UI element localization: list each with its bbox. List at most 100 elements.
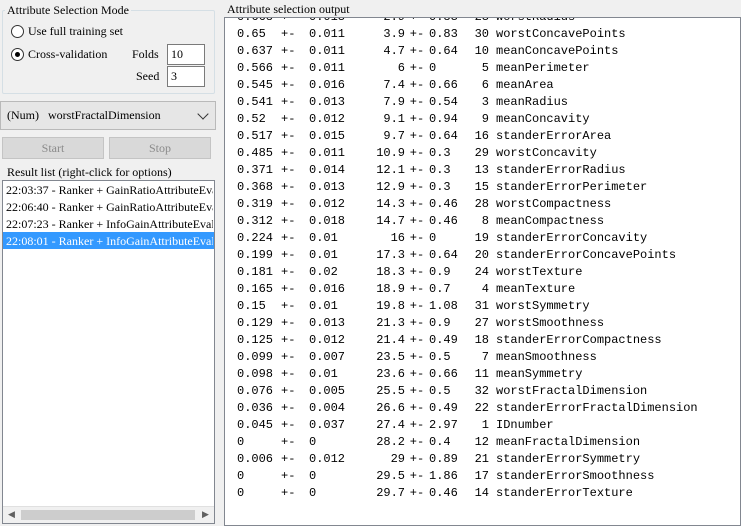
attribute-name: worstConcavePoints bbox=[496, 27, 626, 41]
output-row: 0.668 +- 0.013 2.9 +- 0.83 23 worstRadius bbox=[237, 17, 698, 26]
output-row: 0 +- 0 28.2 +- 0.4 12 meanFractalDimension bbox=[237, 434, 698, 451]
stop-button[interactable]: Stop bbox=[109, 137, 211, 159]
plus-minus: +- bbox=[281, 401, 296, 415]
output-row: 0.099 +- 0.007 23.5 +- 0.5 7 meanSmoothness bbox=[237, 349, 698, 366]
result-list[interactable]: 22:03:37 - Ranker + GainRatioAttributeEv… bbox=[2, 180, 215, 524]
attribute-index: 21 bbox=[474, 452, 489, 466]
attribute-index: 30 bbox=[474, 27, 489, 41]
output-row: 0.076 +- 0.005 25.5 +- 0.5 32 worstFractalDimen… bbox=[237, 383, 698, 400]
scroll-left-arrow-icon[interactable]: ◀ bbox=[3, 507, 20, 523]
output-row: 0.15 +- 0.01 19.8 +- 1.08 31 worstSymmetry bbox=[237, 298, 698, 315]
plus-minus: +- bbox=[409, 265, 425, 279]
merit-sd: 0.013 bbox=[309, 180, 346, 194]
output-row: 0.036 +- 0.004 26.6 +- 0.49 22 standerErrorFrac… bbox=[237, 400, 698, 417]
plus-minus: +- bbox=[281, 435, 296, 449]
average-rank: 12.1 bbox=[376, 163, 405, 177]
plus-minus: +- bbox=[409, 418, 425, 432]
merit-sd: 0.011 bbox=[309, 61, 346, 75]
average-merit: 0.036 bbox=[237, 401, 274, 415]
start-button[interactable]: Start bbox=[2, 137, 104, 159]
plus-minus: +- bbox=[281, 418, 296, 432]
output-row: 0.541 +- 0.013 7.9 +- 0.54 3 meanRadius bbox=[237, 94, 698, 111]
average-rank: 7.9 bbox=[383, 95, 405, 109]
average-rank: 29 bbox=[390, 452, 405, 466]
use-full-training-set-radio[interactable]: Use full training set bbox=[11, 23, 123, 39]
result-list-item-selected[interactable]: 22:08:01 - Ranker + InfoGainAttributeEva… bbox=[3, 232, 214, 249]
rank-sd: 0.89 bbox=[429, 452, 458, 466]
output-row: 0 +- 0 29.5 +- 1.86 17 standerErrorSmoothness bbox=[237, 468, 698, 485]
attribute-index: 4 bbox=[481, 282, 489, 296]
average-merit: 0.541 bbox=[237, 95, 274, 109]
merit-sd: 0.014 bbox=[309, 163, 346, 177]
average-rank: 14.7 bbox=[376, 214, 405, 228]
folds-input[interactable]: 10 bbox=[167, 44, 205, 65]
rank-sd: 1.08 bbox=[429, 299, 458, 313]
seed-input[interactable]: 3 bbox=[167, 66, 205, 87]
average-rank: 10.9 bbox=[376, 146, 405, 160]
average-rank: 28.2 bbox=[376, 435, 405, 449]
output-row: 0.181 +- 0.02 18.3 +- 0.9 24 worstTexture bbox=[237, 264, 698, 281]
attribute-index: 3 bbox=[481, 95, 489, 109]
rank-sd: 0.66 bbox=[429, 78, 458, 92]
attribute-index: 10 bbox=[474, 44, 489, 58]
plus-minus: +- bbox=[281, 197, 296, 211]
plus-minus: +- bbox=[281, 78, 296, 92]
average-merit: 0.668 bbox=[237, 17, 274, 24]
average-rank: 26.6 bbox=[376, 401, 405, 415]
average-rank: 2.9 bbox=[383, 17, 405, 24]
attribute-index: 22 bbox=[474, 401, 489, 415]
average-rank: 23.6 bbox=[376, 367, 405, 381]
plus-minus: +- bbox=[281, 61, 296, 75]
attribute-name: meanArea bbox=[496, 78, 554, 92]
plus-minus: +- bbox=[409, 282, 425, 296]
result-list-item[interactable]: 22:03:37 - Ranker + GainRatioAttributeEv… bbox=[3, 181, 214, 198]
plus-minus: +- bbox=[409, 299, 425, 313]
attribute-name: standerErrorTexture bbox=[496, 486, 633, 500]
attribute-name: standerErrorRadius bbox=[496, 163, 626, 177]
class-attribute-dropdown[interactable]: (Num) worstFractalDimension bbox=[0, 101, 216, 130]
attribute-name: meanPerimeter bbox=[496, 61, 590, 75]
result-list-item[interactable]: 22:06:40 - Ranker + GainRatioAttributeEv… bbox=[3, 198, 214, 215]
attribute-index: 13 bbox=[474, 163, 489, 177]
plus-minus: +- bbox=[281, 469, 296, 483]
horizontal-scrollbar[interactable]: ◀ ▶ bbox=[3, 506, 214, 523]
plus-minus: +- bbox=[281, 452, 296, 466]
average-rank: 9.7 bbox=[383, 129, 405, 143]
average-merit: 0.15 bbox=[237, 299, 266, 313]
average-merit: 0.181 bbox=[237, 265, 274, 279]
attribute-name: standerErrorArea bbox=[496, 129, 612, 143]
output-row: 0.199 +- 0.01 17.3 +- 0.64 20 standerErrorConca… bbox=[237, 247, 698, 264]
plus-minus: +- bbox=[281, 112, 296, 126]
plus-minus: +- bbox=[281, 129, 296, 143]
average-rank: 29.7 bbox=[376, 486, 405, 500]
plus-minus: +- bbox=[281, 27, 296, 41]
output-row: 0.637 +- 0.011 4.7 +- 0.64 10 meanConcavePoints bbox=[237, 43, 698, 60]
scroll-right-arrow-icon[interactable]: ▶ bbox=[197, 507, 214, 523]
average-rank: 19.8 bbox=[376, 299, 405, 313]
average-merit: 0 bbox=[237, 486, 245, 500]
merit-sd: 0.011 bbox=[309, 27, 346, 41]
merit-sd: 0.018 bbox=[309, 214, 346, 228]
attribute-index: 8 bbox=[481, 214, 489, 228]
attribute-index: 11 bbox=[474, 367, 489, 381]
average-rank: 12.9 bbox=[376, 180, 405, 194]
rank-sd: 0.46 bbox=[429, 214, 458, 228]
scrollbar-thumb[interactable] bbox=[21, 510, 195, 520]
attribute-selection-output[interactable]: 0.668 +- 0.013 2.9 +- 0.83 23 worstRadius 0.65 +-… bbox=[224, 17, 741, 526]
attribute-name: standerErrorPerimeter bbox=[496, 180, 648, 194]
attribute-name: worstRadius bbox=[496, 17, 576, 24]
merit-sd: 0.012 bbox=[309, 452, 346, 466]
merit-sd: 0.007 bbox=[309, 350, 346, 364]
result-list-item[interactable]: 22:07:23 - Ranker + InfoGainAttributeEva… bbox=[3, 215, 214, 232]
rank-sd: 1.86 bbox=[429, 469, 458, 483]
plus-minus: +- bbox=[409, 350, 425, 364]
output-row: 0.045 +- 0.037 27.4 +- 2.97 1 IDnumber bbox=[237, 417, 698, 434]
plus-minus: +- bbox=[281, 163, 296, 177]
output-row: 0.165 +- 0.016 18.9 +- 0.7 4 meanTexture bbox=[237, 281, 698, 298]
rank-sd: 0.54 bbox=[429, 95, 458, 109]
plus-minus: +- bbox=[281, 384, 296, 398]
cross-validation-radio[interactable]: Cross-validation bbox=[11, 46, 107, 62]
rank-sd: 0.64 bbox=[429, 248, 458, 262]
rank-sd: 0.3 bbox=[429, 180, 451, 194]
plus-minus: +- bbox=[409, 248, 425, 262]
